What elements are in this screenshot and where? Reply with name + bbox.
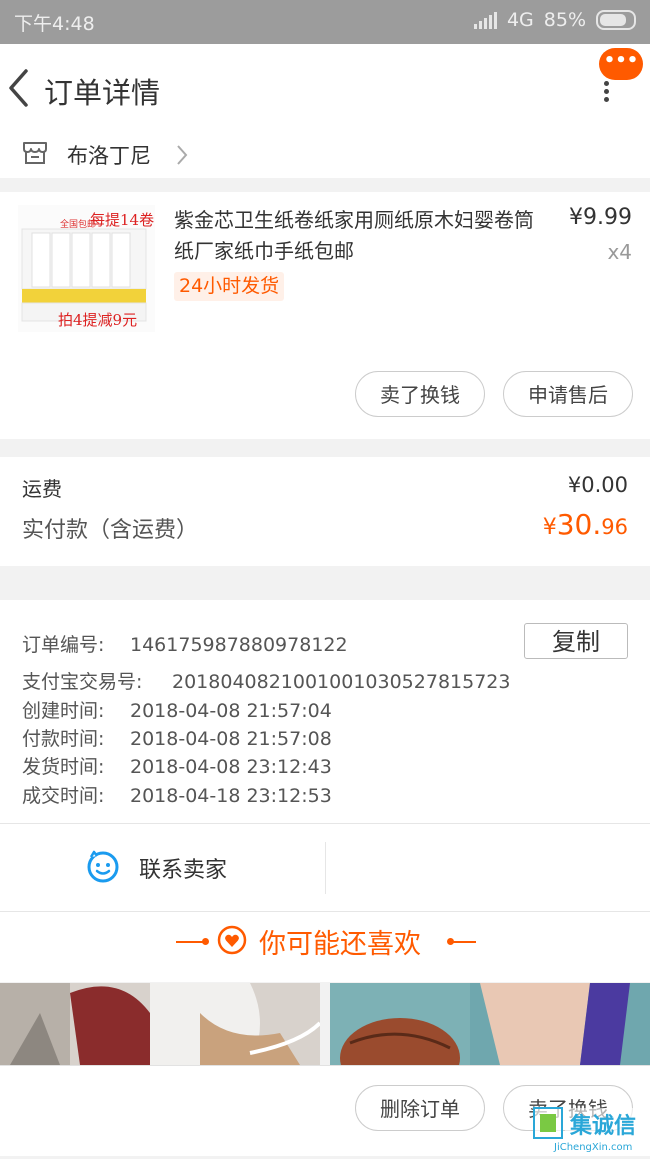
thumb-text-top: 每提14卷 (90, 211, 155, 229)
decor-line-right (450, 941, 476, 943)
total-decimal: 96 (601, 515, 628, 539)
currency-symbol: ¥ (542, 515, 557, 540)
paid-time-label: 付款时间: (22, 728, 105, 750)
alipay-number: 2018040821001001030527815723 (172, 671, 511, 693)
back-button[interactable] (6, 68, 34, 108)
total-integer: 30. (556, 508, 602, 541)
closed-time-label: 成交时间: (22, 785, 105, 807)
battery-icon (596, 10, 636, 30)
delete-order-button[interactable]: 删除订单 (355, 1085, 485, 1131)
copy-button[interactable]: 复制 (524, 623, 628, 659)
product-thumbnail[interactable]: 全国包邮 每提14卷 拍4提减9元 (18, 205, 155, 332)
alipay-label: 支付宝交易号: (22, 671, 143, 693)
page-title: 订单详情 (44, 76, 161, 110)
recommend-item-1[interactable] (0, 983, 320, 1065)
recommend-title: 你可能还喜欢 (259, 929, 421, 960)
shipping-fee-value: ¥0.00 (567, 473, 628, 497)
watermark-brand: 集诚信 (570, 1114, 637, 1139)
created-time: 2018-04-08 21:57:04 (130, 700, 332, 722)
created-time-label: 创建时间: (22, 700, 105, 722)
paid-time-row: 付款时间: 2018-04-08 21:57:08 (22, 724, 332, 751)
order-number: 146175987880978122 (130, 634, 348, 656)
network-type: 4G (506, 9, 534, 31)
chevron-left-icon (9, 69, 28, 107)
chat-face-icon (87, 850, 119, 883)
shop-name: 布洛丁尼 (67, 144, 151, 168)
store-icon (23, 142, 47, 164)
contact-seller-button[interactable]: 联系卖家 (0, 824, 325, 911)
message-badge[interactable]: ••• (599, 48, 643, 80)
shipped-time: 2018-04-08 23:12:43 (130, 756, 332, 778)
divider (325, 842, 326, 894)
decor-dot-left (202, 938, 209, 945)
contact-bar: 联系卖家 (0, 824, 650, 912)
alipay-row: 支付宝交易号: 2018040821001001030527815723 (22, 667, 510, 694)
shipped-time-label: 发货时间: (22, 756, 105, 778)
shipping-fee-label: 运费 (22, 477, 62, 501)
thumb-text-bottom: 拍4提减9元 (58, 311, 138, 329)
recommend-header: 你可能还喜欢 (0, 912, 650, 982)
shipped-time-row: 发货时间: 2018-04-08 23:12:43 (22, 752, 332, 779)
sell-for-cash-button[interactable]: 卖了换钱 (355, 371, 485, 417)
after-sale-button[interactable]: 申请售后 (503, 371, 633, 417)
order-item: 全国包邮 每提14卷 拍4提减9元 紫金芯卫生纸卷纸家用厕纸原木妇婴卷筒纸厂家纸… (0, 192, 650, 439)
signal-icon (473, 11, 497, 29)
paid-time: 2018-04-08 21:57:08 (130, 728, 332, 750)
fee-summary: 运费 ¥0.00 实付款（含运费） ¥30.96 (0, 457, 650, 566)
product-price: ¥9.99 (569, 205, 632, 230)
more-button[interactable] (594, 78, 618, 108)
total-paid-value: ¥30.96 (543, 508, 628, 541)
recommend-item-2[interactable] (330, 983, 650, 1065)
shop-row[interactable]: 布洛丁尼 (0, 130, 650, 178)
total-paid-label: 实付款（含运费） (22, 518, 199, 543)
chevron-right-icon (177, 145, 188, 165)
more-vertical-icon (594, 81, 618, 102)
status-bar: 下午4:48 4G 85% (0, 0, 650, 44)
closed-time: 2018-04-18 23:12:53 (130, 785, 332, 807)
watermark: 集诚信 JiChengXin.com (532, 1106, 650, 1155)
battery-percent: 85% (543, 9, 586, 31)
app-header: 订单详情 (0, 44, 650, 130)
watermark-text: JiChengXin.com (554, 1142, 633, 1153)
heart-icon (217, 925, 247, 955)
order-number-label: 订单编号: (22, 634, 105, 656)
shipping-tag: 24小时发货 (174, 272, 285, 301)
closed-time-row: 成交时间: 2018-04-18 23:12:53 (22, 781, 332, 808)
decor-line-left (176, 941, 204, 943)
status-right: 4G 85% (473, 9, 636, 31)
product-quantity: x4 (607, 240, 632, 264)
created-time-row: 创建时间: 2018-04-08 21:57:04 (22, 696, 332, 723)
contact-seller-label: 联系卖家 (139, 858, 228, 883)
order-info: 订单编号: 146175987880978122 复制 支付宝交易号: 201804… (0, 600, 650, 824)
order-number-row: 订单编号: 146175987880978122 (22, 630, 348, 657)
product-title[interactable]: 紫金芯卫生纸卷纸家用厕纸原木妇婴卷筒纸厂家纸巾手纸包邮 (174, 205, 546, 267)
status-time: 下午4:48 (14, 13, 95, 35)
